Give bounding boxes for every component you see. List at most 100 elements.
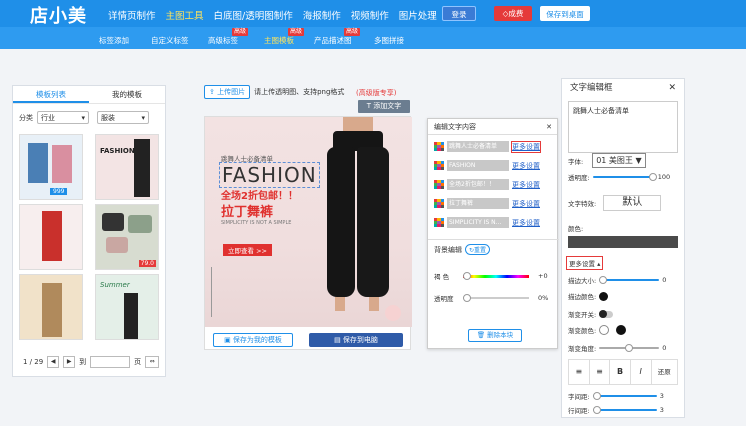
- more-settings-link[interactable]: 更多设置: [512, 199, 540, 209]
- text-opacity-knob[interactable]: [648, 173, 657, 181]
- close-icon[interactable]: ✕: [668, 79, 676, 97]
- stroke-size-slider[interactable]: [599, 276, 660, 284]
- text-color-swatch[interactable]: [568, 236, 678, 248]
- subnav-advanced-tag[interactable]: 高级标签: [208, 35, 238, 46]
- top-bar: 店小美 详情页制作 主图工具 白底图/透明图制作 海报制作 视频制作 图片处理 …: [0, 0, 746, 27]
- more-settings-link[interactable]: 更多设置: [512, 161, 540, 171]
- login-button[interactable]: 登录: [442, 6, 476, 21]
- canvas-cta[interactable]: 立即查看 >>: [223, 244, 272, 256]
- template-thumb[interactable]: [19, 274, 83, 340]
- vip-button[interactable]: ◇成费: [494, 6, 532, 21]
- line-spacing-knob[interactable]: [592, 406, 601, 414]
- bg-edit-label: 背景编辑: [434, 245, 462, 254]
- more-settings-link[interactable]: 更多设置: [512, 218, 540, 228]
- color-palette-icon[interactable]: [434, 141, 444, 152]
- product-image[interactable]: [323, 117, 393, 317]
- color-palette-icon[interactable]: [434, 179, 444, 190]
- gradient-toggle[interactable]: [599, 309, 614, 318]
- text-layer-input[interactable]: 拉丁舞裤: [447, 198, 509, 209]
- text-layer-input[interactable]: SIMPLICITY IS N...: [447, 217, 509, 228]
- canvas-big-title[interactable]: FASHION: [219, 162, 320, 188]
- stroke-size-value: 0: [662, 276, 667, 284]
- letter-spacing-knob[interactable]: [592, 392, 601, 400]
- filter-label: 分类: [19, 113, 33, 122]
- text-layer-input[interactable]: 全场2折包邮！！: [447, 179, 509, 190]
- save-pc-button[interactable]: ▤ 保存到电脑: [309, 333, 403, 347]
- align-left-icon[interactable]: ≡: [569, 360, 590, 384]
- vip-hint: (高级版专享): [356, 89, 397, 97]
- go-button[interactable]: ⇔: [145, 356, 160, 368]
- save-pc-label: 保存到电脑: [342, 336, 378, 344]
- letter-spacing-value: 3: [659, 392, 664, 400]
- page-input[interactable]: [90, 356, 131, 368]
- gradient-angle-knob[interactable]: [625, 344, 634, 352]
- gradient-color-start[interactable]: [599, 325, 610, 335]
- subnav-multi-image[interactable]: 多图拼接: [374, 35, 404, 46]
- hue-slider-knob[interactable]: [463, 271, 471, 280]
- color-palette-icon[interactable]: [434, 198, 444, 209]
- gradient-color-end[interactable]: [616, 325, 627, 335]
- template-thumb[interactable]: Summer: [95, 274, 159, 340]
- canvas-slogan[interactable]: SIMPLICITY IS NOT A SIMPLE: [221, 220, 291, 226]
- template-thumb[interactable]: FASHION: [95, 134, 159, 200]
- opacity-label: 透明度: [434, 295, 454, 303]
- italic-icon[interactable]: I: [631, 360, 652, 384]
- color-palette-icon[interactable]: [434, 160, 444, 171]
- more-settings-toggle[interactable]: 更多设置 ▴: [566, 256, 604, 270]
- category-select[interactable]: 行业 ▾: [37, 111, 89, 124]
- save-template-button[interactable]: ▣ 保存为我的模板: [213, 333, 293, 347]
- add-text-button[interactable]: T 添加文字: [358, 100, 410, 113]
- text-content-input[interactable]: 跳舞人士必备清单: [568, 101, 678, 153]
- delete-block-button[interactable]: 🗑 删除本块: [468, 329, 522, 342]
- subnav-tag-add[interactable]: 标签添加: [99, 35, 129, 46]
- line-spacing-slider[interactable]: [592, 406, 657, 414]
- nav-item-main-image-tool[interactable]: 主图工具: [166, 8, 204, 22]
- save-desktop-button[interactable]: 保存到桌面: [540, 6, 590, 21]
- more-settings-link[interactable]: 更多设置: [512, 180, 540, 190]
- stroke-color-picker[interactable]: [599, 291, 609, 301]
- subnav-main-template[interactable]: 主图模板: [264, 35, 294, 46]
- nav-item-poster[interactable]: 海报制作: [303, 8, 341, 22]
- subnav-custom-tag[interactable]: 自定义标签: [151, 35, 189, 46]
- color-palette-icon[interactable]: [434, 217, 444, 228]
- hue-slider[interactable]: [463, 271, 529, 280]
- letter-spacing-slider[interactable]: [592, 392, 657, 400]
- font-select[interactable]: 01 美图王 ▼: [592, 153, 646, 168]
- template-thumb[interactable]: 999: [19, 134, 83, 200]
- tab-my-templates[interactable]: 我的模板: [89, 86, 165, 103]
- design-canvas[interactable]: 跳舞人士必备清单 FASHION 全场2折包邮！！ 拉丁舞裤 SIMPLICIT…: [205, 117, 412, 327]
- reset-style-button[interactable]: 还原: [652, 360, 678, 384]
- nav-item-detail[interactable]: 详情页制作: [108, 8, 156, 22]
- tab-template-list[interactable]: 模板列表: [13, 86, 89, 103]
- reset-bg-button[interactable]: ↻重置: [465, 244, 491, 255]
- text-layer-input[interactable]: 跳舞人士必备清单: [447, 141, 509, 152]
- bg-opacity-slider[interactable]: [463, 294, 529, 302]
- prev-page-button[interactable]: ◀: [47, 356, 60, 368]
- text-effect-select[interactable]: 默认: [603, 195, 662, 211]
- upload-hint: 请上传透明图、支持png格式: [254, 88, 345, 96]
- nav-item-white-bg[interactable]: 白底图/透明图制作: [214, 8, 293, 22]
- stroke-size-knob[interactable]: [599, 276, 608, 284]
- template-thumb[interactable]: [19, 204, 83, 270]
- disk-icon: ▤: [334, 336, 343, 344]
- subcategory-value: 服装: [101, 113, 115, 122]
- nav-item-image-process[interactable]: 图片处理: [399, 8, 437, 22]
- text-layer-input[interactable]: FASHION: [447, 160, 509, 171]
- next-page-button[interactable]: ▶: [63, 356, 76, 368]
- more-settings-link[interactable]: 更多设置: [511, 140, 541, 153]
- canvas-promo[interactable]: 全场2折包邮！！: [221, 187, 298, 202]
- bold-icon[interactable]: B: [610, 360, 631, 384]
- template-thumb[interactable]: 79.0: [95, 204, 159, 270]
- text-layer-row: 拉丁舞裤 更多设置: [434, 198, 540, 209]
- subcategory-select[interactable]: 服装 ▾: [97, 111, 149, 124]
- text-opacity-slider[interactable]: [592, 173, 657, 181]
- subnav-product-desc[interactable]: 产品描述图: [314, 35, 352, 46]
- upload-image-button[interactable]: ⇪ 上传图片: [204, 85, 251, 99]
- align-center-icon[interactable]: ≡: [590, 360, 611, 384]
- nav-item-video[interactable]: 视频制作: [351, 8, 389, 22]
- canvas-product-name[interactable]: 拉丁舞裤: [221, 201, 273, 220]
- close-icon[interactable]: ✕: [546, 119, 552, 135]
- bg-opacity-knob[interactable]: [463, 294, 471, 302]
- gradient-angle-slider[interactable]: [599, 344, 660, 352]
- logo[interactable]: 店小美: [30, 2, 87, 28]
